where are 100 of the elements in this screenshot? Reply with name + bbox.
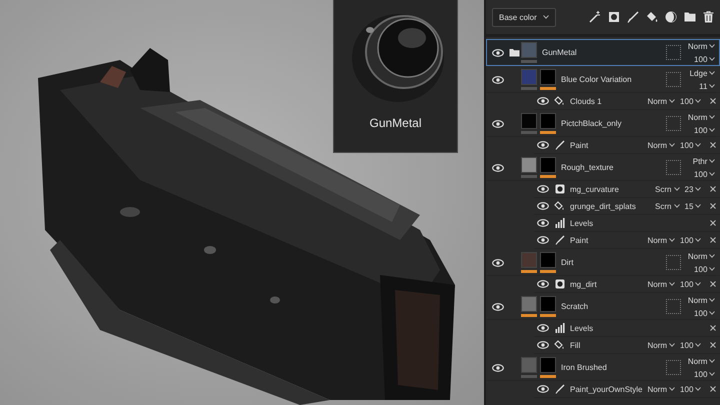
mask-icon[interactable] [608, 11, 620, 23]
bucket-icon[interactable] [646, 11, 658, 23]
sphere-icon[interactable] [665, 11, 677, 23]
caret-icon [674, 204, 680, 208]
opacity-dropdown[interactable]: 23 [684, 184, 702, 194]
eye-icon[interactable] [492, 164, 504, 172]
opacity-dropdown[interactable]: 100 [694, 126, 716, 134]
opacity-dropdown[interactable]: 100 [694, 370, 716, 378]
caret-icon [709, 44, 716, 48]
caret-icon [709, 172, 716, 176]
brush-icon[interactable] [627, 11, 639, 23]
blend-dropdown[interactable]: Norm [647, 96, 676, 106]
blend-dropdown[interactable]: Norm [647, 340, 676, 350]
blend-dropdown[interactable]: Norm [647, 384, 676, 394]
bucket-icon [554, 340, 565, 350]
eye-icon[interactable] [537, 341, 549, 349]
effect-name: Paint_yourOwnStyle [570, 384, 642, 394]
caret-icon [695, 204, 702, 208]
close-icon[interactable] [710, 325, 716, 331]
trash-icon[interactable] [703, 11, 714, 23]
layer-row[interactable]: PictchBlack_only Norm 100 [486, 110, 720, 137]
opacity-dropdown[interactable]: 100 [694, 54, 716, 64]
opacity-dropdown[interactable]: 100 [694, 264, 716, 274]
caret-icon [695, 387, 702, 391]
eye-icon[interactable] [492, 364, 504, 372]
blend-dropdown[interactable]: Scrn [655, 184, 680, 194]
eye-icon[interactable] [492, 258, 504, 266]
caret-icon [709, 254, 716, 258]
opacity-dropdown[interactable]: 100 [694, 308, 716, 318]
layer-row[interactable]: Rough_texture Pthr 100 [486, 154, 720, 181]
mask-bar [540, 175, 556, 178]
eye-icon[interactable] [492, 302, 504, 310]
brush-icon [554, 235, 564, 245]
opacity-dropdown[interactable]: 100 [680, 340, 702, 350]
close-icon[interactable] [710, 386, 716, 392]
eye-icon[interactable] [537, 385, 549, 393]
opacity-dropdown[interactable]: 100 [680, 140, 702, 150]
opacity-dropdown[interactable]: 100 [680, 96, 702, 106]
layer-row[interactable]: Iron Brushed Norm 100 [486, 354, 720, 381]
effect-name: Fill [570, 340, 582, 350]
opacity-dropdown[interactable]: 100 [680, 236, 702, 244]
caret-icon [695, 282, 702, 286]
mask-slot [666, 360, 682, 375]
effect-name: mg_curvature [570, 184, 620, 194]
close-icon[interactable] [710, 203, 716, 209]
mask-bar [540, 375, 556, 378]
blend-dropdown[interactable]: Norm [647, 280, 676, 288]
opacity-dropdown[interactable]: 100 [694, 170, 716, 178]
blend-dropdown[interactable]: Norm [688, 252, 716, 260]
eye-icon[interactable] [537, 202, 549, 210]
layer-row[interactable]: GunMetal Norm 100 [486, 39, 720, 66]
opacity-dropdown[interactable]: 11 [699, 82, 716, 90]
eye-icon[interactable] [537, 141, 549, 149]
blend-dropdown[interactable]: Pthr [692, 156, 716, 166]
eye-icon[interactable] [537, 324, 549, 332]
caret-icon [709, 267, 716, 271]
opacity-dropdown[interactable]: 100 [680, 280, 702, 288]
effect-name: Levels [570, 218, 594, 228]
opacity-dropdown[interactable]: 15 [684, 202, 702, 210]
blend-dropdown[interactable]: Scrn [655, 202, 680, 210]
close-icon[interactable] [710, 342, 716, 348]
blend-dropdown[interactable]: Norm [647, 236, 676, 244]
caret-icon [709, 84, 716, 88]
brush-icon [554, 384, 564, 394]
eye-icon[interactable] [537, 185, 549, 193]
blend-dropdown[interactable]: Norm [688, 42, 716, 50]
effect-name: Paint [570, 140, 590, 150]
levels-icon [554, 218, 564, 228]
blend-dropdown[interactable]: Norm [688, 112, 716, 122]
mask-bar [540, 314, 556, 317]
folder-icon[interactable] [684, 12, 696, 22]
channel-dropdown[interactable]: Base color [492, 8, 556, 26]
layer-row[interactable]: Dirt Norm 100 [486, 249, 720, 276]
layer-row[interactable]: Scratch Norm 100 [486, 293, 720, 320]
caret-icon [669, 387, 676, 391]
blend-dropdown[interactable]: Norm [688, 356, 716, 366]
close-icon[interactable] [710, 186, 716, 192]
close-icon[interactable] [710, 142, 716, 148]
generator-icon [554, 184, 564, 194]
blend-dropdown[interactable]: Norm [688, 296, 716, 304]
caret-icon [542, 15, 549, 19]
caret-icon [674, 187, 680, 191]
layer-row[interactable]: Blue Color Variation Ldge 11 [486, 66, 720, 93]
eye-icon[interactable] [492, 120, 504, 128]
eye-icon[interactable] [492, 76, 504, 84]
eye-icon[interactable] [537, 97, 549, 105]
close-icon[interactable] [710, 281, 716, 287]
eye-icon[interactable] [537, 280, 549, 288]
blend-dropdown[interactable]: Ldge [690, 68, 716, 78]
eye-icon[interactable] [537, 219, 549, 227]
effect-name: Levels [570, 324, 594, 332]
caret-icon [669, 99, 676, 103]
opacity-dropdown[interactable]: 100 [680, 384, 702, 394]
eye-icon[interactable] [492, 48, 504, 56]
eye-icon[interactable] [537, 236, 549, 244]
close-icon[interactable] [710, 220, 716, 226]
blend-dropdown[interactable]: Norm [647, 140, 676, 150]
close-icon[interactable] [710, 98, 716, 104]
magic-wand-icon[interactable] [589, 11, 601, 23]
close-icon[interactable] [710, 237, 716, 243]
